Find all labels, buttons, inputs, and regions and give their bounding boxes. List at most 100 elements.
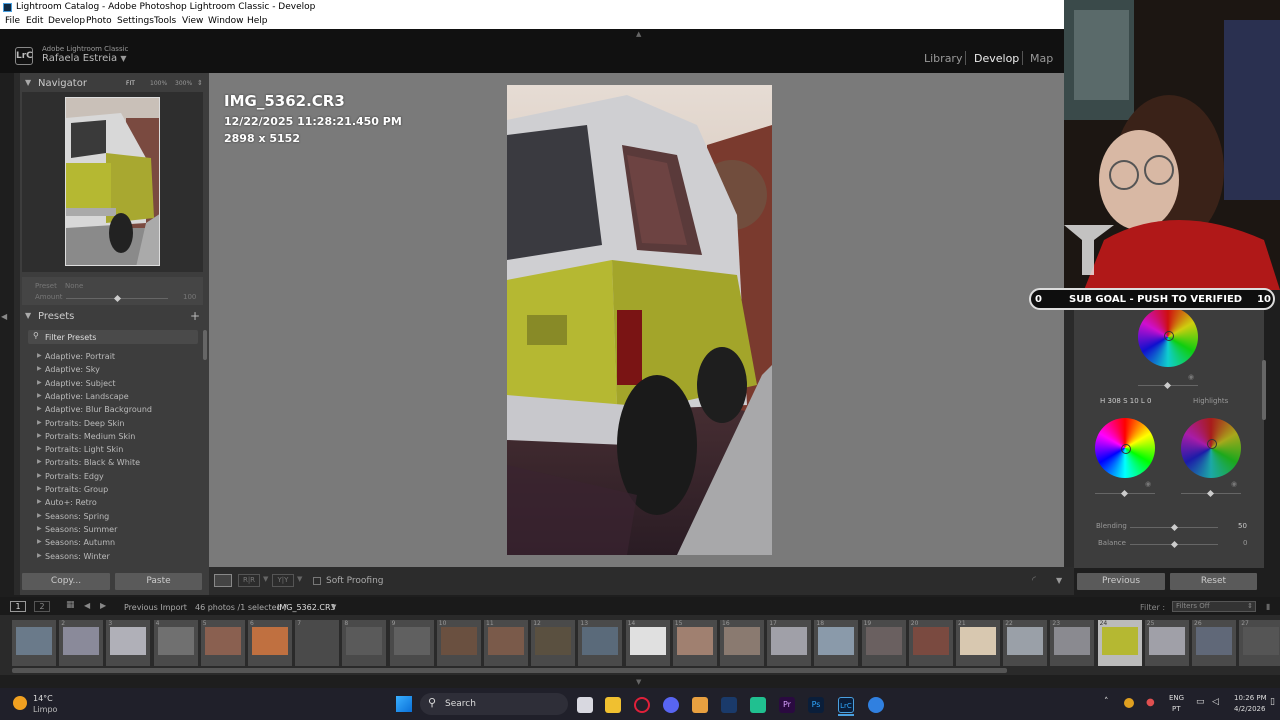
before-after-icon[interactable]: R|R bbox=[238, 574, 260, 587]
left-panel-toggle-icon[interactable]: ◀ bbox=[1, 312, 7, 321]
file-explorer-icon[interactable] bbox=[605, 697, 621, 713]
photoshop-icon[interactable]: Ps bbox=[808, 697, 824, 713]
preset-group[interactable]: Auto+: Retro bbox=[45, 498, 97, 507]
filmstrip-thumbnail[interactable]: 18 bbox=[814, 620, 859, 666]
top-panel-toggle-icon[interactable]: ▲ bbox=[636, 30, 641, 38]
weather-desc[interactable]: Limpo bbox=[33, 705, 57, 714]
clock-date[interactable]: 4/2/2026 bbox=[1234, 705, 1265, 713]
loupe-view-icon[interactable] bbox=[214, 574, 232, 587]
filmstrip-thumbnail[interactable]: 8 bbox=[342, 620, 387, 666]
filmstrip-thumbnail[interactable]: 9 bbox=[389, 620, 434, 666]
tray-overflow-icon[interactable]: ˄ bbox=[1104, 697, 1109, 707]
preset-group[interactable]: Portraits: Medium Skin bbox=[45, 432, 135, 441]
app-icon-5[interactable] bbox=[692, 697, 708, 713]
bottom-panel-toggle-icon[interactable]: ▼ bbox=[636, 678, 641, 686]
filmstrip-thumbnail[interactable]: 15 bbox=[672, 620, 717, 666]
filmstrip-thumbnail[interactable] bbox=[12, 620, 56, 666]
microphone-icon[interactable]: ● bbox=[1146, 697, 1155, 708]
navigator-title[interactable]: Navigator bbox=[38, 78, 87, 89]
filmstrip-thumbnail[interactable]: 5 bbox=[200, 620, 245, 666]
module-develop[interactable]: Develop bbox=[974, 52, 1019, 65]
paste-button[interactable]: Paste bbox=[115, 573, 202, 590]
preset-group[interactable]: Portraits: Black & White bbox=[45, 458, 140, 467]
module-library[interactable]: Library bbox=[924, 52, 962, 65]
app-icon-11[interactable] bbox=[868, 697, 884, 713]
soft-proofing-checkbox[interactable] bbox=[313, 577, 321, 585]
menu-file[interactable]: File bbox=[5, 16, 20, 26]
filmstrip-thumbnail[interactable]: 10 bbox=[436, 620, 481, 666]
right-panel-scrollbar[interactable] bbox=[1262, 360, 1266, 420]
filmstrip-thumbnail[interactable]: 14 bbox=[625, 620, 670, 666]
preset-group[interactable]: Seasons: Spring bbox=[45, 512, 109, 521]
presets-scrollbar[interactable] bbox=[203, 330, 207, 360]
current-filename[interactable]: IMG_5362.CR3 bbox=[277, 603, 336, 612]
taskbar-search[interactable] bbox=[420, 693, 568, 715]
expand-icon[interactable]: ▶ bbox=[37, 392, 42, 399]
menu-settings[interactable]: Settings bbox=[117, 16, 154, 26]
forward-arrow-icon[interactable]: ▶ bbox=[100, 601, 106, 610]
preset-group[interactable]: Seasons: Summer bbox=[45, 525, 117, 534]
preset-group[interactable]: Portraits: Deep Skin bbox=[45, 419, 124, 428]
filmstrip-thumbnail[interactable]: 4 bbox=[153, 620, 198, 666]
filmstrip-thumbnail[interactable]: 12 bbox=[531, 620, 576, 666]
weather-temp[interactable]: 14°C bbox=[33, 694, 53, 703]
filmstrip-thumbnail[interactable]: 6 bbox=[248, 620, 292, 666]
menu-edit[interactable]: Edit bbox=[26, 16, 43, 26]
preset-group[interactable]: Adaptive: Subject bbox=[45, 379, 116, 388]
toolbar-menu-icon[interactable]: ▼ bbox=[1056, 576, 1062, 585]
second-window-button[interactable]: 2 bbox=[34, 601, 50, 612]
filmstrip-thumbnail[interactable]: 7 bbox=[295, 620, 340, 666]
module-map[interactable]: Map bbox=[1030, 52, 1053, 65]
expand-icon[interactable]: ▶ bbox=[37, 458, 42, 465]
copy-button[interactable]: Copy... bbox=[22, 573, 110, 590]
filmstrip-thumbnail[interactable]: 24 bbox=[1097, 620, 1142, 666]
filmstrip-thumbnail[interactable]: 16 bbox=[720, 620, 764, 666]
shadows-eye-icon[interactable]: ◉ bbox=[1145, 480, 1151, 488]
filmstrip-thumbnail[interactable]: 2 bbox=[59, 620, 104, 666]
filmstrip-thumbnail[interactable]: 27 bbox=[1239, 620, 1280, 666]
menu-window[interactable]: Window bbox=[208, 16, 244, 26]
preset-group[interactable]: Seasons: Winter bbox=[45, 552, 110, 561]
steam-icon[interactable] bbox=[721, 697, 737, 713]
preset-group[interactable]: Adaptive: Portrait bbox=[45, 352, 115, 361]
network-icon[interactable]: ▭ bbox=[1196, 697, 1205, 707]
windows-start-icon[interactable] bbox=[396, 696, 412, 712]
eye-icon[interactable]: ◉ bbox=[1188, 373, 1194, 381]
expand-icon[interactable]: ▶ bbox=[37, 538, 42, 545]
filmstrip-thumbnail[interactable]: 19 bbox=[861, 620, 906, 666]
clock-time[interactable]: 10:26 PM bbox=[1234, 694, 1267, 702]
app-icon-7[interactable] bbox=[750, 697, 766, 713]
filmstrip-thumbnail[interactable]: 13 bbox=[578, 620, 623, 666]
expand-icon[interactable]: ▶ bbox=[37, 432, 42, 439]
menu-develop[interactable]: Develop bbox=[48, 16, 85, 26]
premiere-icon[interactable]: Pr bbox=[779, 697, 795, 713]
source-label[interactable]: Previous Import bbox=[124, 603, 187, 612]
language-code[interactable]: ENG bbox=[1169, 694, 1184, 702]
zoom-stepper-icon[interactable]: ⇕ bbox=[197, 79, 203, 87]
filmstrip-thumbnail[interactable]: 3 bbox=[106, 620, 151, 666]
menu-tools[interactable]: Tools bbox=[154, 16, 176, 26]
preset-group[interactable]: Seasons: Autumn bbox=[45, 538, 115, 547]
expand-icon[interactable]: ▶ bbox=[37, 525, 42, 532]
reset-button[interactable]: Reset bbox=[1170, 573, 1257, 590]
expand-icon[interactable]: ▶ bbox=[37, 352, 42, 359]
notification-icon[interactable]: ▯ bbox=[1270, 697, 1275, 707]
filmstrip-thumbnail[interactable]: 26 bbox=[1192, 620, 1236, 666]
expand-icon[interactable]: ▶ bbox=[37, 552, 42, 559]
main-photo[interactable] bbox=[507, 85, 772, 555]
keyboard-layout[interactable]: PT bbox=[1172, 705, 1181, 713]
preset-group[interactable]: Portraits: Edgy bbox=[45, 472, 104, 481]
opera-icon[interactable] bbox=[634, 697, 650, 713]
preset-group[interactable]: Portraits: Group bbox=[45, 485, 108, 494]
expand-icon[interactable]: ▶ bbox=[37, 512, 42, 519]
expand-icon[interactable]: ▶ bbox=[37, 379, 42, 386]
preset-group[interactable]: Portraits: Light Skin bbox=[45, 445, 123, 454]
discord-icon[interactable] bbox=[663, 697, 679, 713]
expand-icon[interactable]: ▶ bbox=[37, 472, 42, 479]
weather-icon[interactable] bbox=[13, 696, 27, 710]
zoom-300[interactable]: 300% bbox=[175, 80, 192, 87]
preset-group[interactable]: Adaptive: Landscape bbox=[45, 392, 129, 401]
previous-button[interactable]: Previous bbox=[1077, 573, 1165, 590]
lightroom-classic-icon[interactable]: LrC bbox=[838, 697, 854, 713]
add-preset-icon[interactable]: + bbox=[190, 309, 200, 323]
